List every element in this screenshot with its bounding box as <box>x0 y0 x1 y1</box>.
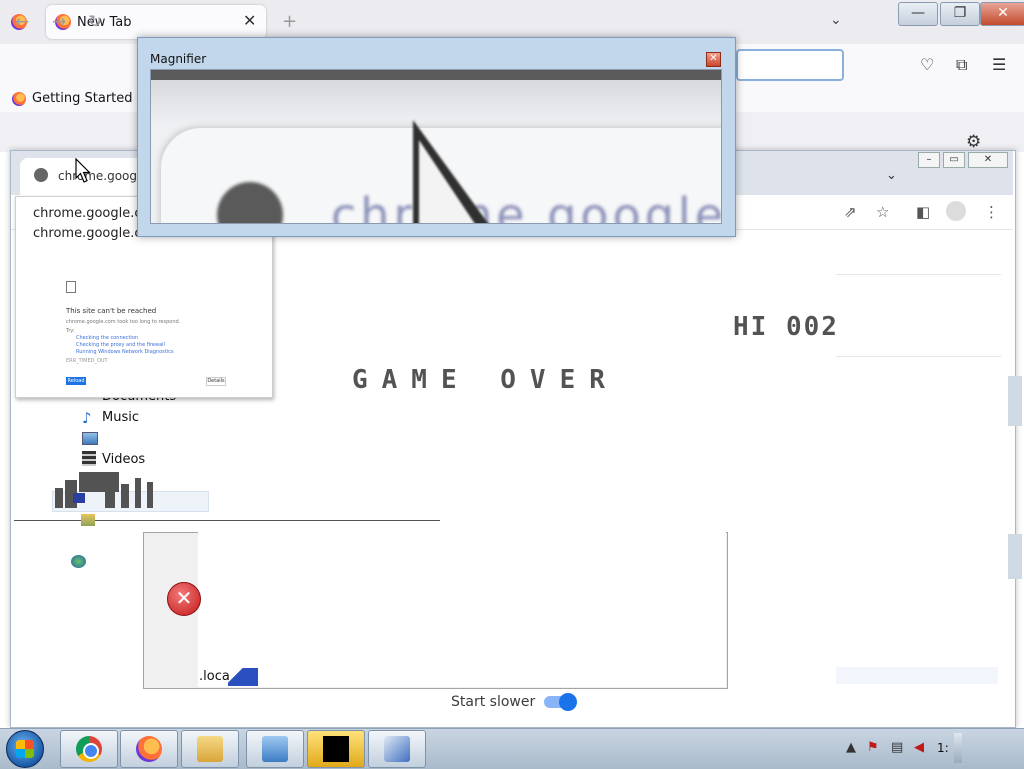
chrome-tab-search-icon[interactable]: ⌄ <box>886 168 897 183</box>
share-icon[interactable]: ⇗ <box>844 203 857 221</box>
taskbar-firefox[interactable] <box>120 730 178 768</box>
back-arrow-icon[interactable]: ← <box>15 12 29 32</box>
firefox-icon <box>136 736 162 762</box>
extensions-icon[interactable]: ⧉ <box>956 55 967 75</box>
error-dialog-body <box>198 532 358 660</box>
high-score: HI 002 <box>733 312 839 342</box>
forward-arrow-icon[interactable]: → <box>52 12 66 32</box>
close-window-button[interactable]: ✕ <box>980 2 1024 26</box>
gear-icon[interactable]: ⚙ <box>966 132 981 152</box>
taskbar-explorer[interactable] <box>181 730 239 768</box>
magnifier-view: chrome.google <box>150 69 722 224</box>
clock[interactable]: 1: <box>937 741 949 755</box>
taskbar-control-panel[interactable] <box>246 730 304 768</box>
terminal-icon <box>323 736 349 762</box>
folder-icon <box>197 736 223 762</box>
page-icon <box>66 281 76 293</box>
magnifier-icon <box>384 736 410 762</box>
start-button[interactable] <box>6 730 44 768</box>
explorer-item-videos[interactable]: Videos <box>102 452 145 467</box>
taskbar-chrome[interactable] <box>60 730 118 768</box>
game-divider <box>836 274 1001 275</box>
chrome-menu-icon[interactable]: ⋮ <box>984 203 999 221</box>
preview-mini-bullet: Running Windows Network Diagnostics <box>76 349 174 355</box>
globe-icon <box>34 168 48 182</box>
show-hidden-icons-icon[interactable]: ▲ <box>846 740 856 755</box>
action-center-icon[interactable]: ⚑ <box>867 740 879 755</box>
taskbar-terminal[interactable] <box>307 730 365 768</box>
maximize-button[interactable]: ❐ <box>940 2 980 26</box>
reload-icon[interactable]: ↻ <box>88 12 102 32</box>
start-slower-label: Start slower <box>451 694 536 710</box>
close-tab-icon[interactable]: ✕ <box>243 11 256 30</box>
magnifier-title: Magnifier <box>150 52 207 66</box>
tab-list-chevron-icon[interactable]: ⌄ <box>830 12 842 28</box>
explorer-item-music[interactable]: Music <box>102 410 139 425</box>
side-panel-icon[interactable]: ◧ <box>916 203 930 221</box>
mouse-cursor-icon <box>75 158 91 183</box>
error-icon: ✕ <box>167 582 201 616</box>
preview-reload-button: Reload <box>66 377 86 385</box>
taskbar-magnifier[interactable] <box>368 730 426 768</box>
error-dialog-body-right <box>358 532 726 660</box>
network-icon <box>73 493 85 503</box>
preview-mini-code: ERR_TIMED_OUT <box>66 358 108 364</box>
pictures-icon <box>82 432 98 445</box>
bookmark-star-icon[interactable]: ☆ <box>876 203 889 221</box>
dino-sprite <box>55 472 153 508</box>
menu-icon[interactable]: ☰ <box>992 55 1006 74</box>
show-desktop-button[interactable] <box>954 733 962 763</box>
new-tab-button[interactable]: + <box>282 11 297 32</box>
error-text-fragment: .loca <box>199 669 230 684</box>
start-slower-toggle[interactable] <box>544 693 577 711</box>
globe-network-icon <box>71 555 86 568</box>
minimize-button[interactable]: — <box>898 2 938 26</box>
bookmark-firefox-icon <box>12 92 26 106</box>
magnifier-close-button[interactable]: ✕ <box>706 52 721 67</box>
game-divider <box>836 356 1001 357</box>
volume-muted-icon[interactable]: ◀ <box>914 740 924 755</box>
firefox-address-bar[interactable] <box>736 49 844 81</box>
control-panel-icon <box>81 514 95 526</box>
preview-mini-title: This site can't be reached <box>66 307 157 315</box>
game-panel <box>836 667 998 684</box>
game-ground-line <box>14 520 440 521</box>
magnified-text: chrome.google <box>331 188 722 224</box>
chrome-close-button[interactable]: ✕ <box>968 152 1008 168</box>
firefox-tab-new-tab[interactable]: New Tab ✕ <box>46 5 266 39</box>
preview-mini-try: Try: <box>66 328 75 334</box>
bookmark-getting-started[interactable]: Getting Started <box>32 91 133 106</box>
firefox-tab-label: New Tab <box>77 15 132 30</box>
windows-logo-icon <box>16 740 34 758</box>
scrollbar-thumb[interactable] <box>1008 376 1022 426</box>
videos-icon <box>82 451 96 466</box>
scrollbar-thumb[interactable] <box>1008 534 1022 579</box>
network-tray-icon[interactable]: ▤ <box>891 740 903 755</box>
preview-mini-bullet: Checking the proxy and the firewall <box>76 342 165 348</box>
error-dialog-footer <box>198 660 726 687</box>
preview-mini-bullet: Checking the connection <box>76 335 139 341</box>
music-icon: ♪ <box>82 409 92 427</box>
preview-details-button: Details <box>206 377 226 386</box>
preview-mini-sub: chrome.google.com took too long to respo… <box>66 319 181 325</box>
toggle-knob <box>559 693 577 711</box>
control-panel-icon <box>262 736 288 762</box>
chrome-restore-button[interactable]: ▭ <box>943 152 965 168</box>
profile-avatar[interactable] <box>946 201 966 221</box>
computer-icon <box>228 668 258 686</box>
pocket-icon[interactable]: ♡ <box>920 55 934 74</box>
chrome-minimize-button[interactable]: – <box>918 152 940 168</box>
